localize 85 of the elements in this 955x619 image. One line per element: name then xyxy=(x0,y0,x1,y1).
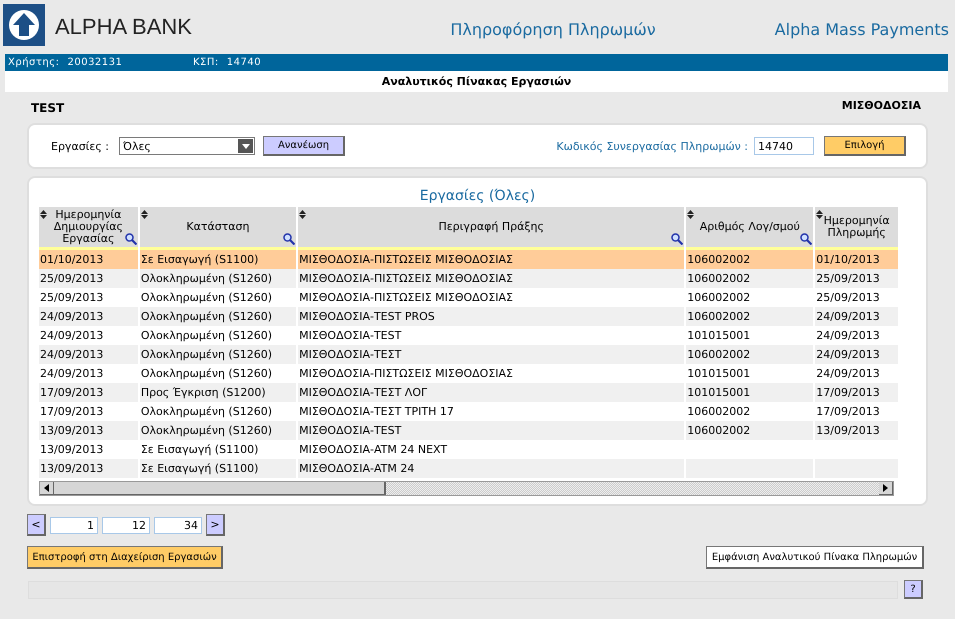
user-label: Χρήστης: xyxy=(8,57,60,68)
jobs-dropdown[interactable]: Όλες xyxy=(119,137,255,155)
table-cell: 01/10/2013 xyxy=(815,250,898,269)
table-cell: 13/09/2013 xyxy=(39,421,138,440)
table-row[interactable]: 01/10/2013 Σε Εισαγωγή (S1100) ΜΙΣΘΟΔΟΣΙΑ-ΠΙΣΤΩΣΕΙΣ ΜΙΣΘΟΔΟΣΙΑΣ 106002002 01/10/2013 xyxy=(39,250,898,269)
table-cell: Ολοκληρωμένη (S1260) xyxy=(140,307,296,326)
table-cell: 106002002 xyxy=(686,250,814,269)
bank-name: ALPHA BANK xyxy=(55,14,192,40)
table-cell: 106002002 xyxy=(686,345,814,364)
table-row[interactable]: 13/09/2013 Σε Εισαγωγή (S1100) ΜΙΣΘΟΔΟΣΙΑ-ATM 24 xyxy=(39,459,898,478)
ksp-value: 14740 xyxy=(226,57,262,68)
show-payments-button[interactable]: Εμφάνιση Αναλυτικού Πίνακα Πληρωμών xyxy=(706,546,924,569)
refresh-button[interactable]: Ανανέωση xyxy=(263,136,345,156)
right-arrow-icon xyxy=(883,484,888,492)
table-cell: ΜΙΣΘΟΔΟΣΙΑ-ATM 24 xyxy=(298,459,684,478)
previous-page-button[interactable]: < xyxy=(27,514,46,536)
table-cell: 106002002 xyxy=(686,307,814,326)
bank-logo-icon xyxy=(3,4,45,46)
help-button[interactable]: ? xyxy=(904,580,923,599)
table-title: Εργασίες (Όλες) xyxy=(418,188,536,206)
page-title: Πληροφόρηση Πληρωμών xyxy=(449,20,657,38)
table-row[interactable]: 25/09/2013 Ολοκληρωμένη (S1260) ΜΙΣΘΟΔΟΣΙΑ-ΠΙΣΤΩΣΕΙΣ ΜΙΣΘΟΔΟΣΙΑΣ 106002002 25/09/2013 xyxy=(39,269,898,288)
table-row[interactable]: 17/09/2013 Ολοκληρωμένη (S1260) ΜΙΣΘΟΔΟΣΙΑ-ΤΕΣΤ ΤΡΙΤΗ 17 106002002 17/09/2013 xyxy=(39,402,898,421)
column-header[interactable]: Περιγραφή Πράξης xyxy=(298,207,684,250)
column-header[interactable]: Κατάσταση xyxy=(140,207,296,250)
back-to-jobs-button[interactable]: Επιστροφή στη Διαχείριση Εργασιών xyxy=(27,546,223,569)
table-row[interactable]: 17/09/2013 Προς Έγκριση (S1200) ΜΙΣΘΟΔΟΣΙΑ-ΤΕΣΤ ΛΟΓ 101015001 17/09/2013 xyxy=(39,383,898,402)
sort-icon xyxy=(687,210,694,219)
table-cell: 106002002 xyxy=(686,421,814,440)
column-header[interactable]: Αριθμός Λογ/σμού xyxy=(686,207,814,250)
table-cell: Σε Εισαγωγή (S1100) xyxy=(140,250,296,269)
context-name: TEST xyxy=(31,101,64,117)
table-cell: Σε Εισαγωγή (S1100) xyxy=(140,459,296,478)
table-row[interactable]: 25/09/2013 Ολοκληρωμένη (S1260) ΜΙΣΘΟΔΟΣΙΑ-ΠΙΣΤΩΣΕΙΣ ΜΙΣΘΟΔΟΣΙΑΣ 106002002 25/09/2013 xyxy=(39,288,898,307)
page-field[interactable]: 1 xyxy=(50,516,98,534)
app-name: Alpha Mass Payments xyxy=(774,20,949,38)
select-button[interactable]: Επιλογή xyxy=(824,136,906,156)
table-cell: 25/09/2013 xyxy=(39,269,138,288)
next-page-button[interactable]: > xyxy=(206,514,225,536)
sort-icon xyxy=(816,210,824,219)
table-cell: 25/09/2013 xyxy=(815,269,898,288)
table-cell: Ολοκληρωμένη (S1260) xyxy=(140,269,296,288)
table-cell: 24/09/2013 xyxy=(39,345,138,364)
column-header[interactable]: Ημερομηνία Πληρωμής xyxy=(815,207,898,250)
table-cell: 106002002 xyxy=(686,269,814,288)
table-cell: 101015001 xyxy=(686,383,814,402)
table-row[interactable]: 24/09/2013 Ολοκληρωμένη (S1260) ΜΙΣΘΟΔΟΣΙΑ-ΤΕΣΤ 106002002 24/09/2013 xyxy=(39,345,898,364)
table-cell: ΜΙΣΘΟΔΟΣΙΑ-ΠΙΣΤΩΣΕΙΣ ΜΙΣΘΟΔΟΣΙΑΣ xyxy=(298,250,684,269)
table-cell: 13/09/2013 xyxy=(39,459,138,478)
payment-code-field[interactable]: 14740 xyxy=(754,137,814,155)
table-cell: Ολοκληρωμένη (S1260) xyxy=(140,345,296,364)
table-row[interactable]: 24/09/2013 Ολοκληρωμένη (S1260) ΜΙΣΘΟΔΟΣΙΑ-TEST PROS 106002002 24/09/2013 xyxy=(39,307,898,326)
payment-code-label: Κωδικός Συνεργασίας Πληρωμών : xyxy=(556,140,748,152)
table-cell: ΜΙΣΘΟΔΟΣΙΑ-ΤΕΣΤ ΛΟΓ xyxy=(298,383,684,402)
table-row[interactable]: 24/09/2013 Ολοκληρωμένη (S1260) ΜΙΣΘΟΔΟΣΙΑ-ΠΙΣΤΩΣΕΙΣ ΜΙΣΘΟΔΟΣΙΑΣ 101015001 24/09/2013 xyxy=(39,364,898,383)
table-cell: ΜΙΣΘΟΔΟΣΙΑ-TEST xyxy=(298,421,684,440)
table-cell: ΜΙΣΘΟΔΟΣΙΑ-ΠΙΣΤΩΣΕΙΣ ΜΙΣΘΟΔΟΣΙΑΣ xyxy=(298,269,684,288)
caret-icon xyxy=(242,144,250,148)
table-cell: 13/09/2013 xyxy=(815,421,898,440)
table-cell: 24/09/2013 xyxy=(815,345,898,364)
table-cell: 17/09/2013 xyxy=(815,383,898,402)
table-row[interactable]: 13/09/2013 Ολοκληρωμένη (S1260) ΜΙΣΘΟΔΟΣΙΑ-TEST 106002002 13/09/2013 xyxy=(39,421,898,440)
table-cell: Προς Έγκριση (S1200) xyxy=(140,383,296,402)
table-cell: 24/09/2013 xyxy=(815,307,898,326)
screen-title: Αναλυτικός Πίνακας Εργασιών xyxy=(382,75,572,88)
table-cell: Ολοκληρωμένη (S1260) xyxy=(140,421,296,440)
left-arrow-icon xyxy=(44,484,49,492)
table-cell: 17/09/2013 xyxy=(39,383,138,402)
ksp-label: ΚΣΠ: xyxy=(193,57,219,68)
table-cell: 24/09/2013 xyxy=(39,307,138,326)
horizontal-scrollbar[interactable] xyxy=(39,481,894,496)
sort-icon xyxy=(140,210,148,219)
table-cell: 01/10/2013 xyxy=(39,250,138,269)
context-type: ΜΙΣΘΟΔΟΣΙΑ xyxy=(842,99,921,114)
sort-icon xyxy=(40,210,47,219)
table-cell: ΜΙΣΘΟΔΟΣΙΑ-TEST PROS xyxy=(298,307,684,326)
sort-icon xyxy=(299,210,306,219)
jobs-label: Εργασίες : xyxy=(51,140,109,152)
column-header[interactable]: Ημερομηνία Δημιουργίας Εργασίας xyxy=(39,207,138,250)
table-row[interactable]: 13/09/2013 Σε Εισαγωγή (S1100) ΜΙΣΘΟΔΟΣΙΑ-ATM 24 NEXT xyxy=(39,440,898,459)
user-value: 20032131 xyxy=(67,57,122,68)
table-row[interactable]: 24/09/2013 Ολοκληρωμένη (S1260) ΜΙΣΘΟΔΟΣΙΑ-TEST 101015001 24/09/2013 xyxy=(39,326,898,345)
table-cell: ΜΙΣΘΟΔΟΣΙΑ-ΤΕΣΤ xyxy=(298,345,684,364)
page-field[interactable]: 12 xyxy=(102,516,150,534)
page-field[interactable]: 34 xyxy=(154,516,202,534)
